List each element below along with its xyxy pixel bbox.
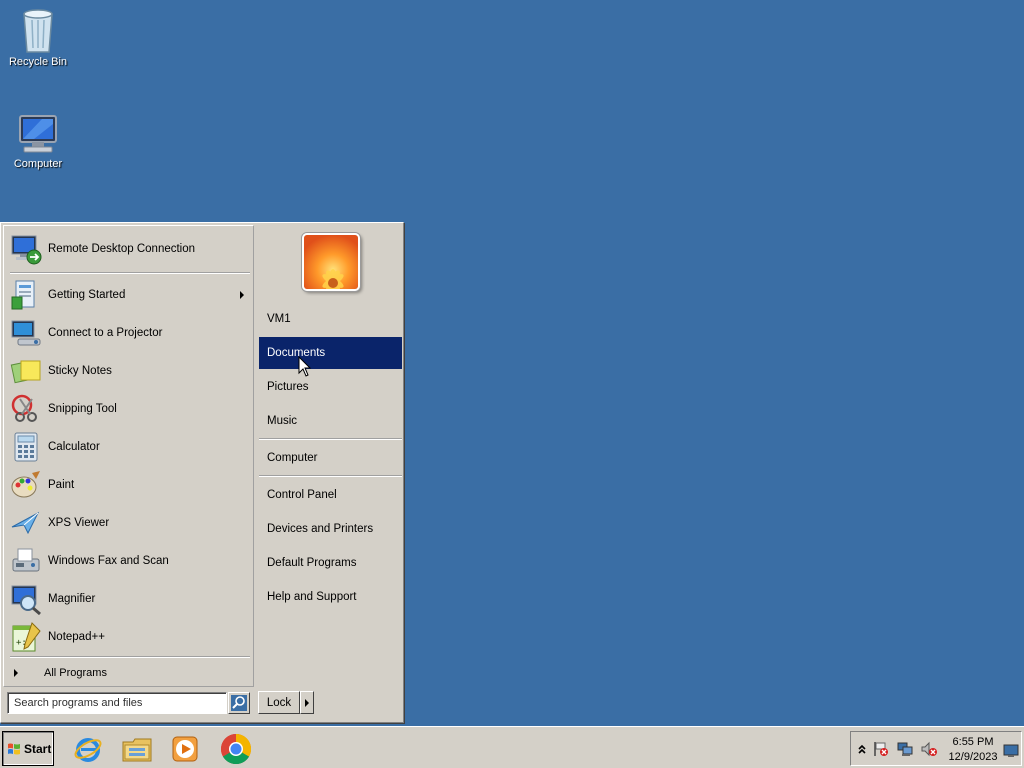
program-windows-fax-and-scan[interactable]: Windows Fax and Scan bbox=[10, 544, 248, 578]
paint-icon bbox=[11, 471, 40, 498]
recycle-bin-icon bbox=[23, 9, 53, 53]
taskbar-media-player[interactable] bbox=[168, 732, 202, 766]
place-label: Help and Support bbox=[267, 591, 357, 603]
calculator-icon bbox=[14, 432, 38, 462]
place-devices-and-printers[interactable]: Devices and Printers bbox=[259, 513, 402, 545]
media-player-icon bbox=[172, 736, 198, 762]
program-xps-viewer[interactable]: XPS Viewer bbox=[10, 506, 248, 540]
show-desktop-icon[interactable] bbox=[1003, 743, 1019, 759]
divider bbox=[259, 475, 402, 477]
shutdown-options-button[interactable] bbox=[300, 691, 314, 714]
place-music[interactable]: Music bbox=[259, 405, 402, 437]
program-label: XPS Viewer bbox=[48, 517, 110, 529]
lock-label: Lock bbox=[266, 696, 292, 709]
program-label: Calculator bbox=[48, 441, 100, 453]
place-help-and-support[interactable]: Help and Support bbox=[259, 581, 402, 613]
place-label: Documents bbox=[267, 347, 326, 359]
search-button[interactable] bbox=[228, 692, 250, 714]
windows-explorer-icon bbox=[122, 738, 152, 762]
chrome-icon bbox=[220, 733, 252, 765]
fax-scan-icon bbox=[12, 548, 40, 572]
taskbar-chrome[interactable] bbox=[219, 732, 253, 766]
getting-started-icon bbox=[11, 280, 35, 310]
show-hidden-icons-icon[interactable] bbox=[854, 741, 870, 757]
place-label: Default Programs bbox=[267, 557, 357, 569]
action-center-flag-icon[interactable] bbox=[873, 741, 889, 757]
snipping-tool-icon bbox=[11, 394, 37, 422]
divider bbox=[10, 272, 250, 274]
program-label: Sticky Notes bbox=[48, 365, 112, 377]
program-label: Connect to a Projector bbox=[48, 327, 163, 339]
place-label: VM1 bbox=[267, 313, 291, 325]
start-label: Start bbox=[24, 741, 52, 756]
chevron-right-icon bbox=[305, 698, 309, 707]
notepad-plus-plus-icon: +: bbox=[12, 622, 41, 652]
internet-explorer-icon bbox=[74, 738, 102, 762]
program-label: Paint bbox=[48, 479, 75, 491]
start-menu: Remote Desktop Connection Getting Starte… bbox=[0, 222, 404, 723]
program-getting-started[interactable]: Getting Started bbox=[10, 278, 248, 312]
place-default-programs[interactable]: Default Programs bbox=[259, 547, 402, 579]
clock-time[interactable]: 6:55 PM bbox=[951, 736, 995, 748]
place-label: Devices and Printers bbox=[267, 523, 374, 535]
program-label: Snipping Tool bbox=[48, 403, 117, 415]
start-menu-places-pane: VM1 Documents Pictures Music Computer Co… bbox=[255, 225, 402, 687]
xps-viewer-icon bbox=[11, 511, 40, 535]
taskbar-internet-explorer[interactable] bbox=[71, 732, 105, 766]
desktop-icon-label: Recycle Bin bbox=[8, 56, 68, 68]
computer-icon bbox=[19, 115, 57, 153]
sticky-notes-icon bbox=[10, 360, 41, 384]
magnifier-icon bbox=[11, 585, 41, 615]
desktop-icon-label: Computer bbox=[13, 158, 63, 170]
program-calculator[interactable]: Calculator bbox=[10, 430, 248, 464]
all-programs-arrow-icon bbox=[14, 669, 18, 677]
desktop-icon-computer[interactable]: Computer bbox=[0, 112, 76, 170]
place-label: Music bbox=[267, 415, 298, 427]
search-input[interactable] bbox=[7, 692, 227, 714]
start-button[interactable]: Start bbox=[2, 731, 54, 766]
program-magnifier[interactable]: Magnifier bbox=[10, 582, 248, 616]
desktop-icon-recycle-bin[interactable]: Recycle Bin bbox=[0, 6, 76, 68]
start-menu-programs-pane: Remote Desktop Connection Getting Starte… bbox=[3, 225, 254, 687]
place-pictures[interactable]: Pictures bbox=[259, 371, 402, 403]
program-snipping-tool[interactable]: Snipping Tool bbox=[10, 392, 248, 426]
taskbar-windows-explorer[interactable] bbox=[120, 732, 154, 766]
divider bbox=[259, 438, 402, 440]
divider bbox=[10, 656, 250, 658]
all-programs-button[interactable]: All Programs bbox=[10, 662, 248, 684]
program-label: Magnifier bbox=[48, 593, 96, 605]
program-notepad-plus-plus[interactable]: +: Notepad++ bbox=[10, 620, 248, 654]
lock-button[interactable]: Lock bbox=[258, 691, 300, 714]
place-label: Computer bbox=[267, 452, 318, 464]
all-programs-label: All Programs bbox=[44, 667, 107, 679]
program-remote-desktop-connection[interactable]: Remote Desktop Connection bbox=[10, 232, 248, 266]
network-icon[interactable] bbox=[897, 741, 913, 757]
user-picture[interactable] bbox=[302, 233, 360, 291]
taskbar: Start 6:55 PM 12/9/2023 bbox=[0, 726, 1024, 768]
search-icon bbox=[231, 695, 247, 711]
remote-desktop-icon bbox=[11, 235, 42, 265]
projector-icon bbox=[11, 320, 41, 346]
place-label: Control Panel bbox=[267, 489, 337, 501]
place-control-panel[interactable]: Control Panel bbox=[259, 479, 402, 511]
notification-area: 6:55 PM 12/9/2023 bbox=[850, 731, 1022, 766]
submenu-arrow-icon bbox=[240, 291, 244, 299]
windows-logo-icon bbox=[8, 743, 20, 754]
user-flower-icon bbox=[304, 235, 358, 289]
program-sticky-notes[interactable]: Sticky Notes bbox=[10, 354, 248, 388]
program-label: Getting Started bbox=[48, 289, 126, 301]
place-label: Pictures bbox=[267, 381, 309, 393]
place-documents[interactable]: Documents bbox=[259, 337, 402, 369]
clock-date[interactable]: 12/9/2023 bbox=[947, 751, 999, 763]
program-connect-to-projector[interactable]: Connect to a Projector bbox=[10, 316, 248, 350]
program-paint[interactable]: Paint bbox=[10, 468, 248, 502]
place-user-folder[interactable]: VM1 bbox=[259, 303, 402, 335]
program-label: Remote Desktop Connection bbox=[48, 243, 196, 255]
program-label: Notepad++ bbox=[48, 631, 105, 643]
program-label: Windows Fax and Scan bbox=[48, 555, 169, 567]
volume-muted-icon[interactable] bbox=[921, 741, 937, 757]
place-computer[interactable]: Computer bbox=[259, 442, 402, 474]
